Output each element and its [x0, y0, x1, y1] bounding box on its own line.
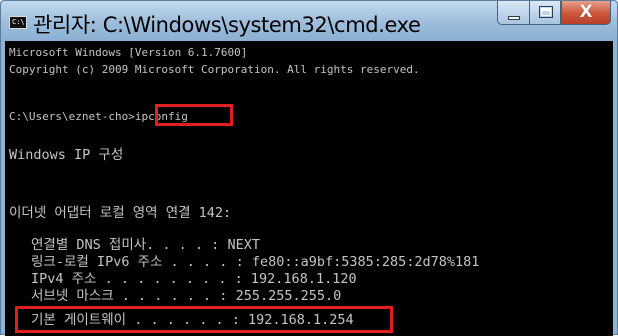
minimize-button[interactable] — [497, 1, 529, 25]
adapter-header: 이더넷 어댑터 로컬 영역 연결 142: — [9, 205, 232, 221]
row-label: 서브넷 마스크 . . . . . . : — [31, 288, 228, 304]
copyright-line: Copyright (c) 2009 Microsoft Corporation… — [9, 63, 420, 76]
minimize-icon — [508, 16, 520, 20]
window-title: 관리자: C:\Windows\system32\cmd.exe — [33, 13, 421, 37]
row-label: IPv4 주소 . . . . . . . . : — [31, 271, 243, 287]
row-value: 192.168.1.120 — [250, 271, 357, 287]
row-label: 링크-로컬 IPv6 주소 . . . . : — [31, 254, 244, 270]
console-output[interactable]: Microsoft Windows [Version 6.1.7600] Cop… — [5, 41, 613, 336]
subnet-mask-row: 서브넷 마스크 . . . . . . : 255.255.255.0 — [31, 288, 341, 304]
row-value: fe80::a9bf:5385:285:2d78%181 — [251, 254, 480, 270]
dns-suffix-row: 연결별 DNS 접미사. . . . : NEXT — [31, 237, 260, 253]
ipv4-row: IPv4 주소 . . . . . . . . : 192.168.1.120 — [31, 271, 357, 287]
row-label: 연결별 DNS 접미사. . . . : — [31, 237, 220, 253]
row-value: 255.255.255.0 — [235, 288, 342, 304]
cmd-window: C:\ 관리자: C:\Windows\system32\cmd.exe X M… — [0, 0, 618, 336]
row-value: NEXT — [227, 237, 260, 253]
prompt-path: C:\Users\eznet-cho> — [9, 110, 135, 123]
maximize-icon — [539, 6, 553, 18]
console-icon[interactable]: C:\ — [9, 16, 27, 29]
title-bar[interactable]: C:\ 관리자: C:\Windows\system32\cmd.exe X — [1, 1, 617, 41]
version-line: Microsoft Windows [Version 6.1.7600] — [9, 46, 248, 59]
close-button[interactable]: X — [561, 1, 611, 25]
ipv6-row: 링크-로컬 IPv6 주소 . . . . : fe80::a9bf:5385:… — [31, 254, 479, 270]
ip-config-heading: Windows IP 구성 — [9, 147, 124, 163]
close-icon: X — [579, 2, 593, 22]
gateway-highlight — [15, 306, 393, 333]
command-highlight — [155, 104, 233, 126]
console-icon-label: C:\ — [12, 18, 25, 26]
maximize-button[interactable] — [529, 1, 561, 25]
window-controls: X — [497, 1, 611, 27]
